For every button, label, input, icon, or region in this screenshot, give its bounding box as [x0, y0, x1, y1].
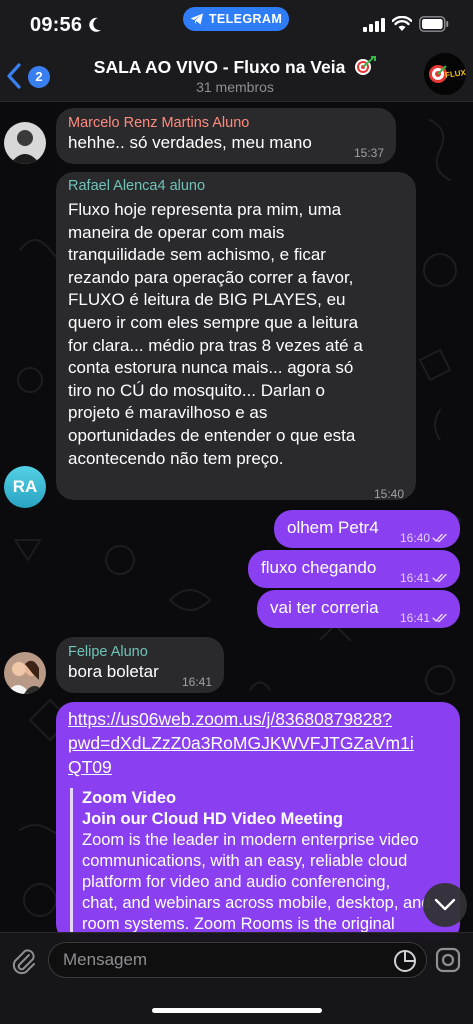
- message-bubble-outgoing[interactable]: fluxo chegando 16:41: [248, 550, 460, 588]
- moon-icon: [89, 17, 101, 32]
- preview-line: Zoom is the leader in modern enterprise …: [82, 831, 419, 849]
- member-count: 31 membros: [196, 79, 274, 95]
- avatar-marcelo[interactable]: [4, 122, 46, 164]
- message-line: rezando para operação correr a favor,: [68, 267, 354, 287]
- telegram-return-pill[interactable]: TELEGRAM: [183, 7, 289, 31]
- message-line: FLUXO é leitura de BIG PLAYES, eu: [68, 290, 346, 310]
- preview-title: Join our Cloud HD Video Meeting: [82, 810, 343, 828]
- message-time-text: 16:40: [399, 531, 430, 545]
- cellular-signal-icon: [363, 18, 385, 32]
- status-bar: 09:56 TELEGRAM: [0, 0, 473, 50]
- double-check-icon: [432, 533, 447, 543]
- message-input[interactable]: [48, 942, 427, 978]
- chat-title[interactable]: SALA AO VIVO - Fluxo na Veia: [60, 56, 410, 78]
- message-bubble[interactable]: Rafael Alenca4 aluno Fluxo hoje represen…: [56, 172, 416, 501]
- chevron-left-icon: [7, 63, 21, 89]
- double-check-icon: [432, 573, 447, 583]
- message-sender: Marcelo Renz Martins Aluno: [68, 115, 250, 131]
- message-line: acontecendo não tem preço.: [68, 448, 284, 468]
- preview-description: Zoom is the leader in modern enterprise …: [82, 830, 458, 935]
- double-check-icon: [432, 613, 447, 623]
- message-time: 16:41: [181, 675, 212, 689]
- message-text: hehhe.. só verdades, meu mano: [68, 133, 312, 152]
- preview-line: communications, with an easy, reliable c…: [82, 852, 408, 870]
- person-photo-icon: [4, 652, 46, 694]
- chat-header: 2 SALA AO VIVO - Fluxo na Veia 31 membro…: [0, 50, 473, 102]
- message-bubble[interactable]: Felipe Aluno bora boletar 16:41: [56, 637, 224, 693]
- message-text: Fluxo hoje representa pra mim, uma manei…: [68, 199, 404, 470]
- message-bubble[interactable]: Marcelo Renz Martins Aluno hehhe.. só ve…: [56, 108, 396, 164]
- message-line: maneira de operar com mais: [68, 222, 285, 242]
- message-line: for clara... médio pra tras 8 vezes até …: [68, 335, 363, 355]
- wifi-icon: [392, 16, 412, 31]
- sticker-icon[interactable]: [393, 949, 417, 973]
- unread-count-badge: 2: [28, 66, 50, 88]
- message-time-text: 16:41: [399, 571, 430, 585]
- instagram-camera-icon[interactable]: [435, 947, 461, 973]
- preview-line: chat, and webinars across mobile, deskto…: [82, 894, 431, 912]
- paperclip-icon[interactable]: [10, 947, 38, 975]
- message-line: quero ir com eles sempre que a leitura: [68, 312, 359, 332]
- message-time: 16:41: [400, 607, 448, 630]
- back-button[interactable]: 2: [6, 60, 52, 94]
- message-bubble-outgoing-link[interactable]: https://us06web.zoom.us/j/83680879828? p…: [56, 702, 460, 942]
- message-line: conta estorura nunca mais... agora só: [68, 358, 354, 378]
- message-line: projeto é maravilhoso e as: [68, 403, 268, 423]
- clock: 09:56: [30, 14, 83, 36]
- avatar-rafael[interactable]: RA: [4, 466, 46, 508]
- link-line: pwd=dXdLZzZ0a3RoMGJKWVFJTGZaVm1i: [68, 733, 414, 753]
- message-time: 15:40: [373, 487, 404, 501]
- message-bubble-outgoing[interactable]: vai ter correria 16:41: [257, 590, 460, 628]
- scroll-to-bottom-button[interactable]: [423, 883, 467, 927]
- group-avatar[interactable]: FLUXO: [424, 53, 466, 95]
- telegram-pill-label: TELEGRAM: [208, 12, 283, 26]
- person-photo-icon: [4, 122, 46, 164]
- message-time: 15:37: [353, 146, 384, 160]
- chevron-down-icon: [434, 898, 456, 911]
- message-sender: Felipe Aluno: [68, 644, 148, 660]
- message-time-text: 16:41: [399, 611, 430, 625]
- home-indicator: [152, 1008, 322, 1013]
- preview-line: platform for video and audio conferencin…: [82, 873, 391, 891]
- avatar-felipe[interactable]: [4, 652, 46, 694]
- message-time: 16:40: [400, 527, 448, 550]
- message-time: 16:41: [400, 567, 448, 590]
- message-line: tranquilidade sem achismo, e ficar: [68, 245, 326, 265]
- preview-site-name: Zoom Video: [82, 789, 177, 807]
- link-preview-card[interactable]: Zoom Video Join our Cloud HD Video Meeti…: [70, 788, 458, 938]
- message-sender: Rafael Alenca4 aluno: [68, 178, 206, 194]
- link-line: https://us06web.zoom.us/j/83680879828?: [68, 709, 392, 729]
- zoom-link[interactable]: https://us06web.zoom.us/j/83680879828? p…: [68, 707, 460, 779]
- telegram-plane-icon: [190, 13, 203, 25]
- battery-icon: [419, 16, 449, 32]
- chat-title-text: SALA AO VIVO - Fluxo na Veia: [93, 57, 346, 77]
- message-line: oportunidades de entender o que esta: [68, 425, 356, 445]
- link-line: QT09: [68, 757, 112, 777]
- message-line: tiro no CÚ do mosquito... Darlan o: [68, 380, 326, 400]
- message-line: Fluxo hoje representa pra mim, uma: [68, 200, 342, 219]
- bullseye-dart-icon: [355, 56, 377, 75]
- message-bubble-outgoing[interactable]: olhem Petr4 16:40: [274, 510, 460, 548]
